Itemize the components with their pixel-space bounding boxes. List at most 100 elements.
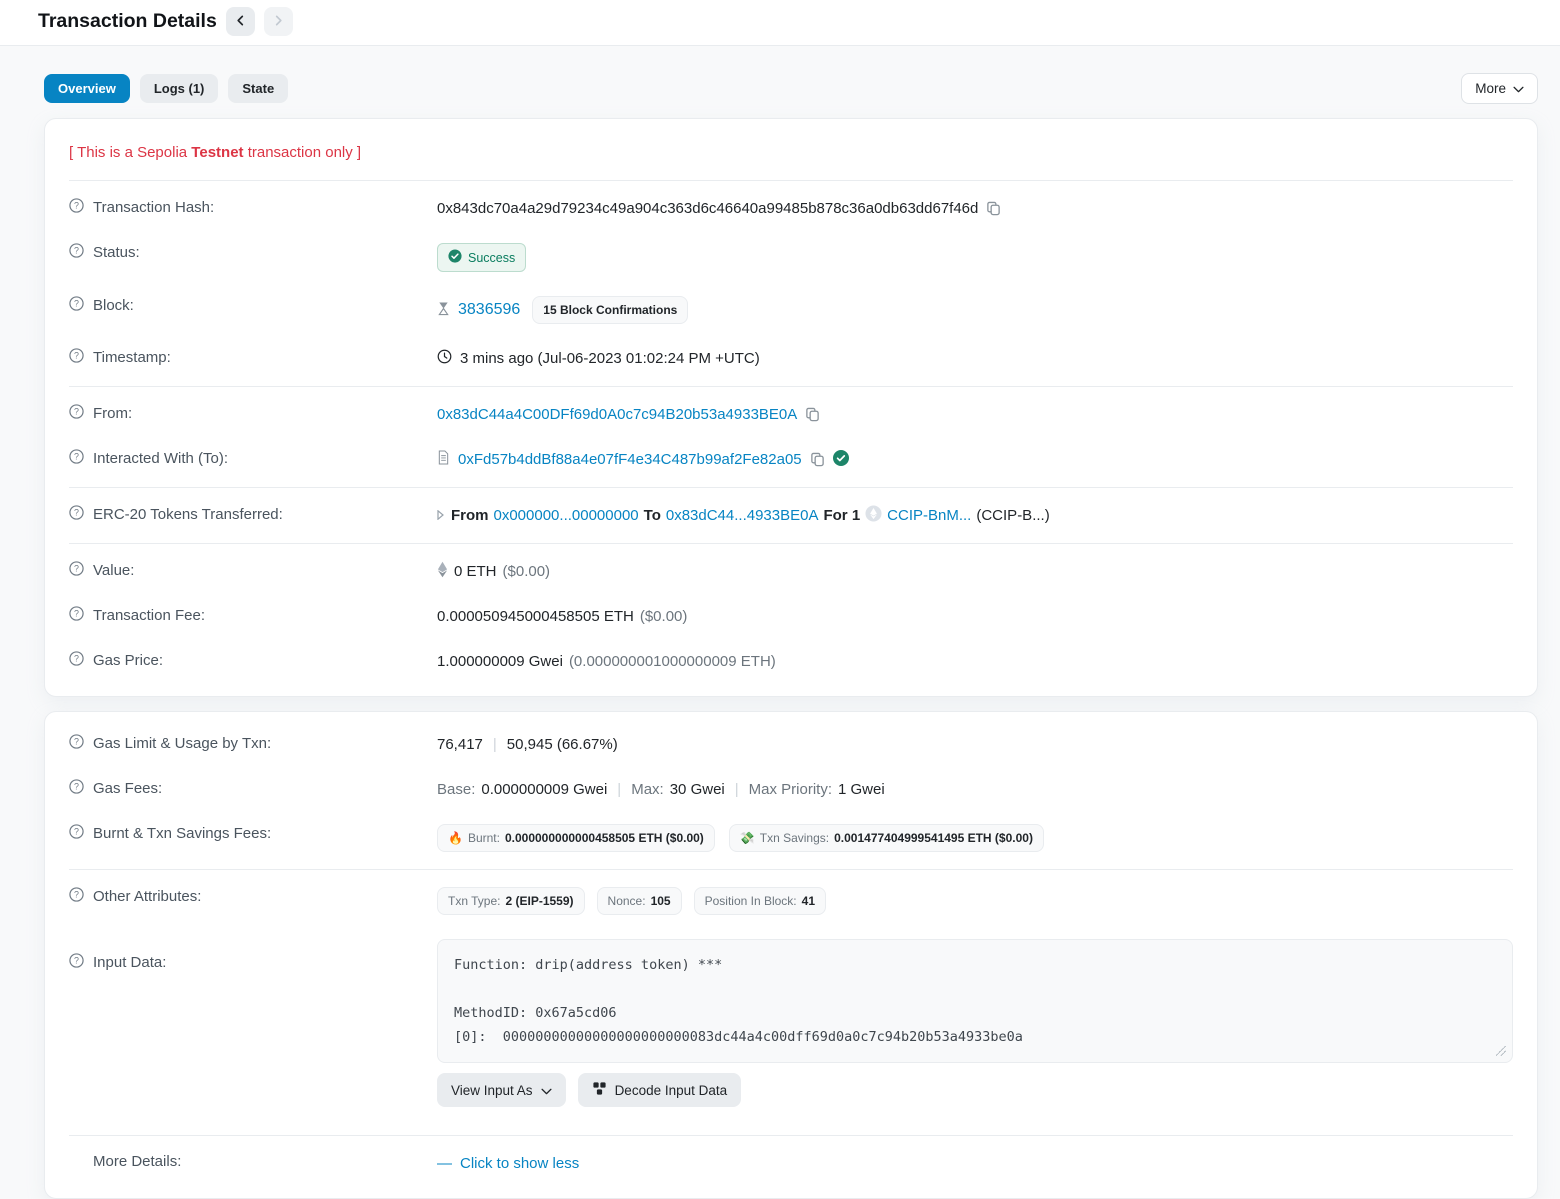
erc20-from-label: From	[451, 507, 489, 524]
erc20-from-address-link[interactable]: 0x000000...00000000	[494, 507, 639, 524]
status-badge: Success	[437, 243, 526, 272]
erc20-label-group: ? ERC-20 Tokens Transferred:	[69, 505, 437, 524]
help-icon[interactable]: ?	[69, 606, 84, 625]
chevron-right-icon	[273, 14, 284, 29]
tab-overview[interactable]: Overview	[44, 74, 130, 103]
svg-text:?: ?	[74, 609, 79, 619]
money-wings-icon: 💸	[740, 831, 755, 845]
svg-text:?: ?	[74, 299, 79, 309]
help-icon[interactable]: ?	[69, 887, 84, 906]
transaction-fee-label: Transaction Fee:	[93, 607, 205, 624]
help-icon[interactable]: ?	[69, 953, 84, 972]
testnet-warning-suffix: transaction only ]	[244, 144, 362, 161]
burnt-fee-badge: 🔥 Burnt: 0.000000000000458505 ETH ($0.00…	[437, 824, 715, 852]
erc20-label: ERC-20 Tokens Transferred:	[93, 506, 283, 523]
transaction-fee-amount: 0.000050945000458505 ETH	[437, 608, 634, 625]
interacted-with-row: ? Interacted With (To): 0xFd57b4ddBf88a4…	[69, 437, 1513, 482]
show-less-link[interactable]: — Click to show less	[437, 1155, 579, 1172]
hourglass-icon	[437, 301, 450, 320]
clock-icon	[437, 349, 452, 368]
from-label: From:	[93, 405, 132, 422]
help-icon[interactable]: ?	[69, 198, 84, 217]
divider	[69, 1135, 1513, 1136]
from-label-group: ? From:	[69, 404, 437, 423]
overview-card: [ This is a Sepolia Testnet transaction …	[44, 118, 1538, 697]
value-amount: 0 ETH	[454, 563, 497, 580]
base-fee-value: 0.000000009 Gwei	[481, 781, 607, 798]
transaction-fee-usd: ($0.00)	[640, 608, 688, 625]
success-check-icon	[448, 249, 462, 266]
base-fee-label: Base:	[437, 781, 475, 798]
nonce-badge: Nonce: 105	[597, 887, 682, 915]
help-icon[interactable]: ?	[69, 779, 84, 798]
txn-savings-value: 0.001477404999541495 ETH ($0.00)	[834, 831, 1033, 845]
block-row: ? Block: 3836596 15 Block Confirmations	[69, 284, 1513, 336]
help-icon[interactable]: ?	[69, 404, 84, 423]
svg-text:?: ?	[74, 452, 79, 462]
gas-limit-value: 76,417	[437, 736, 483, 753]
help-icon[interactable]: ?	[69, 243, 84, 262]
help-icon[interactable]: ?	[69, 449, 84, 468]
other-attributes-label-group: ? Other Attributes:	[69, 887, 437, 906]
help-icon[interactable]: ?	[69, 824, 84, 843]
gas-price-amount: 1.000000009 Gwei	[437, 653, 563, 670]
copy-icon[interactable]	[986, 201, 1001, 216]
toolbar: Overview Logs (1) State More	[44, 73, 1538, 104]
help-icon[interactable]: ?	[69, 651, 84, 670]
gas-price-eth: (0.000000001000000009 ETH)	[569, 653, 776, 670]
gas-limit-label: Gas Limit & Usage by Txn:	[93, 735, 271, 752]
max-priority-fee-value: 1 Gwei	[838, 781, 885, 798]
erc20-for-label: For 1	[823, 507, 860, 524]
nonce-value: 105	[651, 894, 671, 908]
burnt-fees-row: ? Burnt & Txn Savings Fees: 🔥 Burnt: 0.0…	[69, 812, 1513, 864]
position-in-block-badge: Position In Block: 41	[694, 887, 826, 915]
position-in-block-label: Position In Block:	[705, 894, 797, 908]
resize-handle[interactable]	[1496, 1046, 1506, 1056]
more-dropdown-button[interactable]: More	[1461, 73, 1538, 104]
decode-input-data-button[interactable]: Decode Input Data	[578, 1073, 742, 1107]
chevron-down-icon	[1513, 81, 1524, 96]
previous-transaction-button[interactable]	[226, 7, 255, 36]
fire-icon: 🔥	[448, 831, 463, 845]
tab-state[interactable]: State	[228, 74, 288, 103]
erc20-token-link[interactable]: CCIP-BnM...	[887, 507, 971, 524]
status-badge-text: Success	[468, 251, 515, 265]
help-icon[interactable]: ?	[69, 296, 84, 315]
help-icon[interactable]: ?	[69, 505, 84, 524]
help-icon[interactable]: ?	[69, 348, 84, 367]
to-address-link[interactable]: 0xFd57b4ddBf88a4e07fF4e34C487b99af2Fe82a…	[458, 451, 802, 468]
tab-logs[interactable]: Logs (1)	[140, 74, 219, 103]
copy-icon[interactable]	[810, 452, 825, 467]
block-number-link[interactable]: 3836596	[458, 301, 520, 319]
divider	[69, 487, 1513, 488]
copy-icon[interactable]	[805, 407, 820, 422]
help-icon[interactable]: ?	[69, 561, 84, 580]
svg-text:?: ?	[74, 407, 79, 417]
from-address-link[interactable]: 0x83dC44a4C00DFf69d0A0c7c94B20b53a4933BE…	[437, 406, 797, 423]
erc20-to-address-link[interactable]: 0x83dC44...4933BE0A	[666, 507, 819, 524]
svg-text:?: ?	[74, 782, 79, 792]
input-data-label: Input Data:	[93, 954, 166, 971]
view-input-as-button[interactable]: View Input As	[437, 1073, 566, 1107]
gas-fees-label: Gas Fees:	[93, 780, 162, 797]
erc20-token-symbol: (CCIP-B...)	[976, 507, 1049, 524]
gas-limit-row: ? Gas Limit & Usage by Txn: 76,417 | 50,…	[69, 722, 1513, 767]
nonce-label: Nonce:	[608, 894, 646, 908]
transaction-hash-value: 0x843dc70a4a29d79234c49a904c363d6c46640a…	[437, 200, 978, 217]
gas-used-value: 50,945 (66.67%)	[507, 736, 618, 753]
more-dropdown-label: More	[1475, 81, 1506, 96]
block-label: Block:	[93, 297, 134, 314]
block-confirmations-text: 15 Block Confirmations	[543, 303, 677, 317]
token-icon	[865, 505, 882, 526]
help-icon[interactable]: ?	[69, 734, 84, 753]
pipe-separator: |	[613, 781, 625, 798]
more-details-row: More Details: — Click to show less	[69, 1141, 1513, 1186]
eth-icon	[437, 561, 448, 582]
view-input-as-label: View Input As	[451, 1083, 533, 1098]
chevron-left-icon	[235, 14, 246, 29]
gas-limit-label-group: ? Gas Limit & Usage by Txn:	[69, 734, 437, 753]
value-row: ? Value: 0 ETH ($0.00)	[69, 549, 1513, 594]
input-data-textarea[interactable]: Function: drip(address token) *** Method…	[437, 939, 1513, 1063]
next-transaction-button[interactable]	[264, 7, 293, 36]
transaction-hash-label: Transaction Hash:	[93, 199, 214, 216]
